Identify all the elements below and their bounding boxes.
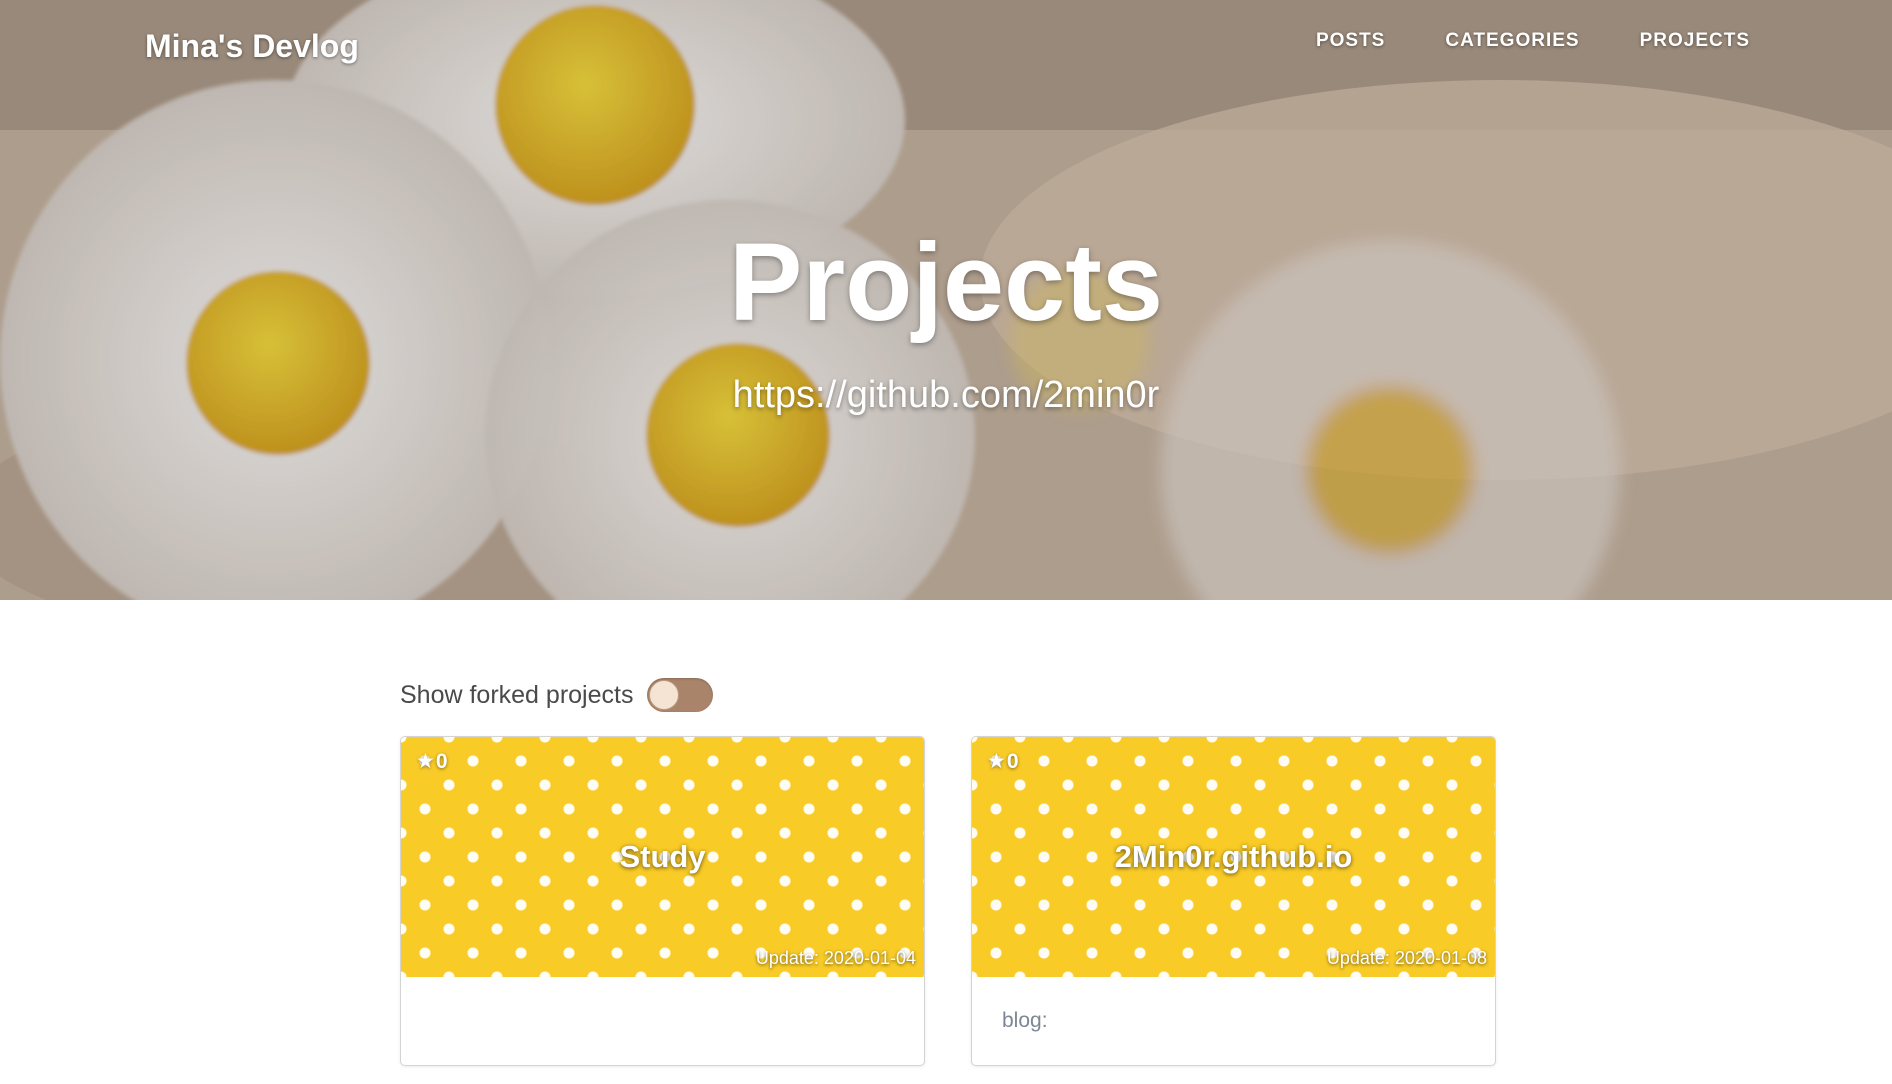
star-count-value: 0 (1006, 749, 1019, 773)
site-brand-link[interactable]: Mina's Devlog (145, 28, 359, 65)
project-updated-date: Update: 2020-01-04 (755, 948, 916, 968)
star-icon: ★ (987, 750, 1006, 773)
project-card-cover: ★ 0 2Min0r.github.io Update: 2020-01-08 (972, 737, 1495, 977)
project-card[interactable]: ★ 0 Study Update: 2020-01-04 (400, 736, 925, 1066)
project-name: 2Min0r.github.io (1114, 839, 1353, 874)
project-card-list: ★ 0 Study Update: 2020-01-04 ★ 0 2Min0r.gi… (400, 736, 1496, 1066)
nav-link-projects[interactable]: PROJECTS (1640, 30, 1750, 52)
star-icon: ★ (416, 750, 435, 773)
nav-link-posts[interactable]: POSTS (1316, 30, 1385, 52)
page-title: Projects (728, 221, 1164, 344)
star-count-value: 0 (435, 749, 448, 773)
project-description (401, 977, 924, 1041)
projects-main: Show forked projects ★ 0 Study Update: 20… (400, 670, 1496, 1066)
hero-header: Mina's Devlog POSTS CATEGORIES PROJECTS … (0, 0, 1892, 600)
page-subtitle: https://github.com/2min0r (732, 374, 1160, 416)
toggle-knob (649, 680, 680, 710)
main-nav: POSTS CATEGORIES PROJECTS (1316, 30, 1750, 52)
fork-toggle-label: Show forked projects (400, 680, 634, 709)
project-name: Study (619, 839, 706, 874)
project-description: blog: (1002, 1009, 1048, 1032)
project-card[interactable]: ★ 0 2Min0r.github.io Update: 2020-01-08 b… (971, 736, 1496, 1066)
star-count: ★ 0 (416, 749, 448, 774)
nav-link-categories[interactable]: CATEGORIES (1445, 30, 1579, 52)
project-updated-date: Update: 2020-01-08 (1326, 948, 1487, 968)
project-card-cover: ★ 0 Study Update: 2020-01-04 (401, 737, 924, 977)
show-forked-toggle[interactable] (647, 678, 714, 712)
star-count: ★ 0 (987, 749, 1019, 774)
fork-toggle-row: Show forked projects (400, 670, 1496, 720)
